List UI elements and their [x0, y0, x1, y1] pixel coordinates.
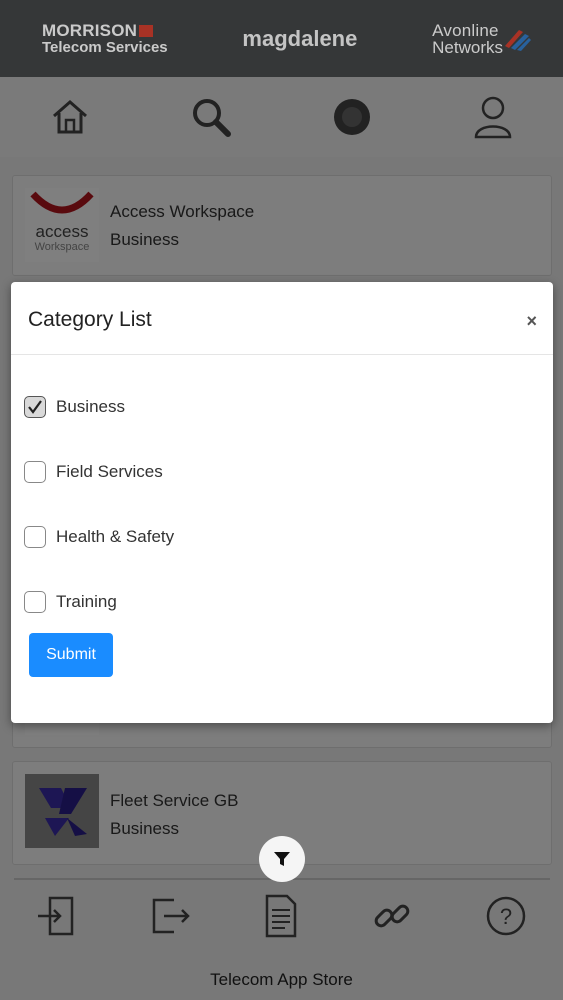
header-dim-overlay — [0, 0, 563, 77]
modal-divider — [11, 354, 553, 355]
submit-button[interactable]: Submit — [29, 633, 113, 677]
modal-title: Category List — [28, 308, 152, 331]
filter-button[interactable] — [259, 836, 305, 882]
option-business[interactable]: Business — [24, 396, 125, 418]
option-label: Training — [56, 592, 117, 611]
checkmark-icon — [28, 400, 42, 414]
option-label: Business — [56, 397, 125, 416]
option-training[interactable]: Training — [24, 591, 117, 613]
category-list-modal: Category List × Business Field Services … — [11, 282, 553, 723]
checkbox-business[interactable] — [24, 396, 46, 418]
option-field-services[interactable]: Field Services — [24, 461, 163, 483]
option-label: Field Services — [56, 462, 163, 481]
close-button[interactable]: × — [526, 311, 537, 332]
option-label: Health & Safety — [56, 527, 175, 546]
checkbox-training[interactable] — [24, 591, 46, 613]
checkbox-health-safety[interactable] — [24, 526, 46, 548]
filter-icon — [274, 852, 290, 866]
checkbox-field-services[interactable] — [24, 461, 46, 483]
option-health-safety[interactable]: Health & Safety — [24, 526, 174, 548]
